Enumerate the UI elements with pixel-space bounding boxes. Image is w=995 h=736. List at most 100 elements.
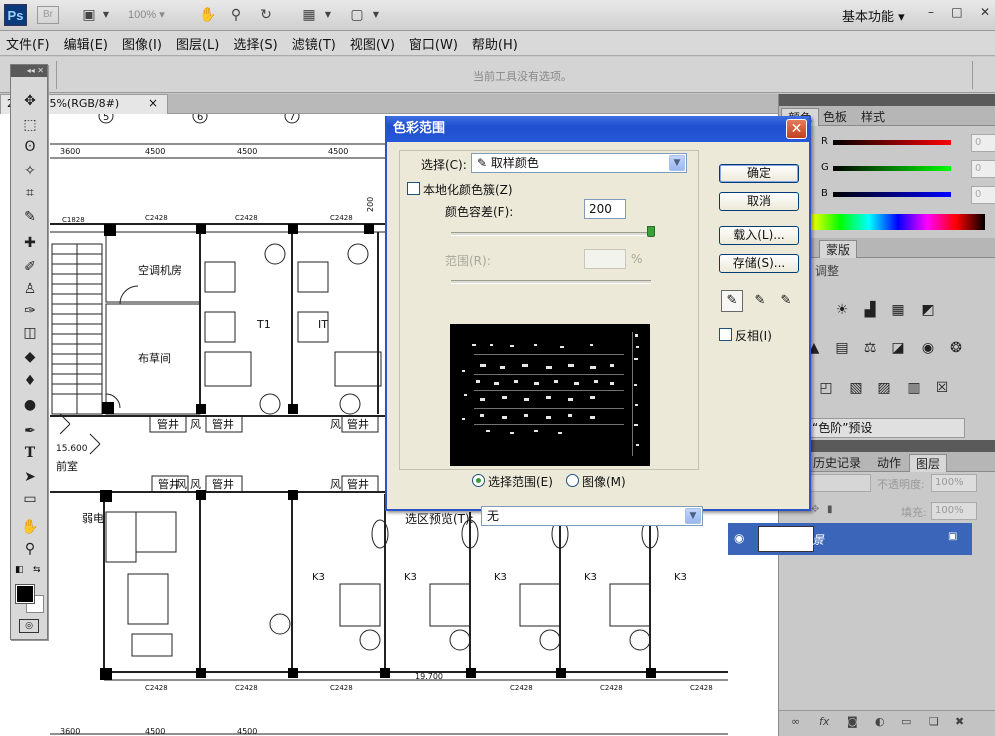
healing-brush-icon[interactable]: ✚ <box>19 233 41 253</box>
menu-edit[interactable]: 编辑(E) <box>64 34 108 53</box>
chevron-down-icon[interactable]: ▼ <box>100 5 112 25</box>
brush-tool-icon[interactable]: ✐ <box>19 257 41 277</box>
fuzziness-input[interactable]: 200 <box>584 199 626 219</box>
range-input[interactable] <box>584 249 626 269</box>
panel-dock-header[interactable] <box>779 440 995 452</box>
shape-tool-icon[interactable]: ▭ <box>19 489 41 509</box>
hand-tool-icon[interactable]: ✋ <box>198 5 218 25</box>
maximize-button[interactable]: □ <box>951 5 962 19</box>
tools-panel-header[interactable]: ◂◂ ✕ <box>11 65 47 77</box>
layer-row[interactable]: ◉ 背景 ▣ <box>728 523 972 555</box>
fuzziness-track[interactable] <box>451 232 651 236</box>
tab-masks[interactable]: 蒙版 <box>819 240 858 258</box>
fill-input[interactable]: 100% <box>931 502 977 520</box>
tab-actions[interactable]: 动作 <box>871 454 907 472</box>
black-white-icon[interactable]: ◪ <box>887 338 909 358</box>
panel-dock-header[interactable] <box>779 94 995 106</box>
blend-mode-select[interactable] <box>807 474 871 492</box>
image-radio[interactable] <box>566 474 579 487</box>
fuzziness-slider-thumb[interactable] <box>647 226 655 237</box>
paint-bucket-icon[interactable]: ◆ <box>19 347 41 367</box>
swap-colors-icon[interactable]: ⇆ <box>33 565 41 575</box>
lock-position-icon[interactable]: ✥ <box>811 504 819 515</box>
blue-value[interactable]: 0 <box>971 186 995 204</box>
exposure-icon[interactable]: ◩ <box>917 300 939 320</box>
save-button[interactable]: 存储(S)... <box>719 254 799 273</box>
photo-filter-icon[interactable]: ◉ <box>917 338 939 358</box>
color-ramp[interactable] <box>811 214 985 230</box>
invert-checkbox[interactable] <box>719 328 732 341</box>
arrange-documents-icon[interactable]: ▦ <box>298 5 320 25</box>
opacity-input[interactable]: 100% <box>931 474 977 492</box>
bridge-button[interactable]: Br <box>37 6 59 24</box>
green-slider[interactable]: G 0 <box>811 160 995 178</box>
threshold-icon[interactable]: ▨ <box>873 378 895 398</box>
chevron-down-icon[interactable]: ▼ <box>370 5 382 25</box>
blue-slider[interactable]: B 0 <box>811 186 995 204</box>
curves-icon[interactable]: ▦ <box>887 300 909 320</box>
path-select-icon[interactable]: ➤ <box>19 467 41 487</box>
channel-mixer-icon[interactable]: ❂ <box>945 338 967 358</box>
rotate-view-icon[interactable]: ↻ <box>256 5 276 25</box>
menu-window[interactable]: 窗口(W) <box>409 34 458 53</box>
zoom-tool-icon[interactable]: ⚲ <box>19 539 41 559</box>
invert-icon[interactable]: ◰ <box>815 378 837 398</box>
eraser-tool-icon[interactable]: ◫ <box>19 323 41 343</box>
load-button[interactable]: 载入(L)... <box>719 226 799 245</box>
close-button[interactable]: ✕ <box>980 5 990 19</box>
group-icon[interactable]: ▭ <box>901 715 911 728</box>
selective-color-icon[interactable]: ☒ <box>931 378 953 398</box>
menu-file[interactable]: 文件(F) <box>6 34 50 53</box>
layer-mask-icon[interactable]: ◙ <box>847 715 858 728</box>
localized-color-clusters-checkbox[interactable] <box>407 182 420 195</box>
green-value[interactable]: 0 <box>971 160 995 178</box>
hand-tool-icon[interactable]: ✋ <box>19 517 41 537</box>
pen-tool-icon[interactable]: ✒ <box>19 421 41 441</box>
tab-styles[interactable]: 样式 <box>855 108 891 126</box>
selection-preview-combo[interactable]: 无 ▼ <box>481 506 703 526</box>
stamp-tool-icon[interactable]: ♙ <box>19 279 41 299</box>
red-slider[interactable]: R 0 <box>811 134 995 152</box>
menu-help[interactable]: 帮助(H) <box>472 34 518 53</box>
eyedropper-tool-icon[interactable]: ✎ <box>19 207 41 227</box>
default-colors-icon[interactable]: ◧ <box>15 565 24 575</box>
select-combo[interactable]: ✎ 取样颜色 ▼ <box>471 153 687 173</box>
magic-wand-icon[interactable]: ✧ <box>19 161 41 181</box>
brightness-icon[interactable]: ☀ <box>831 300 853 320</box>
menu-layer[interactable]: 图层(L) <box>176 34 219 53</box>
blur-tool-icon[interactable]: ♦ <box>19 371 41 391</box>
new-layer-icon[interactable]: ❏ <box>929 715 939 728</box>
eye-icon[interactable]: ◉ <box>734 531 744 545</box>
quick-mask-icon[interactable]: ◎ <box>19 619 39 633</box>
add-eyedropper-icon[interactable]: ✎ <box>749 290 771 312</box>
posterize-icon[interactable]: ▧ <box>845 378 867 398</box>
menu-select[interactable]: 选择(S) <box>233 34 277 53</box>
dialog-close-button[interactable]: ✕ <box>786 119 807 139</box>
hue-saturation-icon[interactable]: ▤ <box>831 338 853 358</box>
dodge-tool-icon[interactable]: ● <box>19 395 41 415</box>
close-tab-icon[interactable]: × <box>148 96 158 110</box>
ok-button[interactable]: 确定 <box>719 164 799 183</box>
screen-view-icon[interactable]: ▢ <box>346 5 368 25</box>
foreground-color-swatch[interactable] <box>15 584 35 604</box>
dialog-title[interactable]: 色彩范围 <box>387 116 809 142</box>
eyedropper-icon[interactable]: ✎ <box>721 290 743 312</box>
zoom-tool-icon[interactable]: ⚲ <box>226 5 246 25</box>
adjustment-layer-icon[interactable]: ◐ <box>875 715 885 728</box>
menu-view[interactable]: 视图(V) <box>350 34 395 53</box>
color-balance-icon[interactable]: ⚖ <box>859 338 881 358</box>
workspace-switcher[interactable]: 基本功能 ▾ <box>842 6 905 25</box>
tab-swatches[interactable]: 色板 <box>817 108 853 126</box>
range-track[interactable] <box>451 280 651 284</box>
marquee-tool-icon[interactable]: ⬚ <box>19 115 41 135</box>
minimize-button[interactable]: – <box>928 5 934 19</box>
menu-image[interactable]: 图像(I) <box>122 34 162 53</box>
levels-icon[interactable]: ▟ <box>859 300 881 320</box>
menu-filter[interactable]: 滤镜(T) <box>292 34 336 53</box>
zoom-level-select[interactable]: 100% ▾ <box>128 8 165 21</box>
move-tool-icon[interactable]: ✥ <box>19 91 41 111</box>
lasso-tool-icon[interactable]: ʘ <box>19 137 41 157</box>
screen-mode-icon[interactable]: ▣ <box>78 5 100 25</box>
lock-all-icon[interactable]: ▮ <box>827 504 833 515</box>
selection-radio[interactable] <box>472 474 485 487</box>
